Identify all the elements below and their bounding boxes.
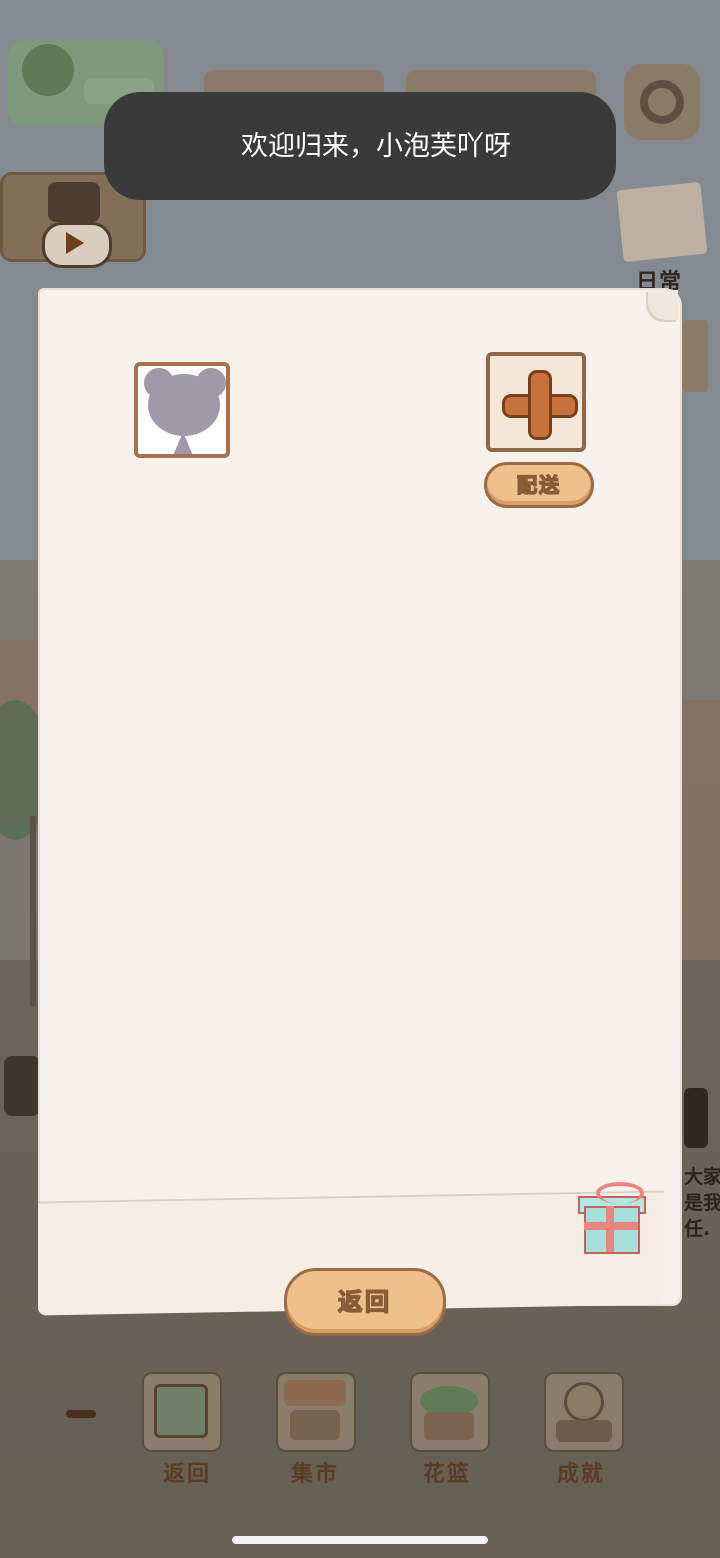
window-icon [154, 1384, 208, 1438]
player-avatar[interactable] [134, 362, 230, 458]
nav-back-button[interactable] [142, 1372, 222, 1452]
side-edge-icon [682, 320, 708, 392]
avatar-silhouette-body [172, 432, 194, 454]
briefcase-icon [48, 182, 100, 222]
nav-basket-button[interactable] [410, 1372, 490, 1452]
back-button-label: 返回 [337, 1287, 392, 1317]
tree-logo-icon [22, 44, 74, 96]
nav-achievement-label: 成就 [556, 1462, 605, 1487]
deliver-button-label: 配送 [516, 472, 561, 498]
nav-achievement-button[interactable] [544, 1372, 624, 1452]
market-stall-icon [284, 1380, 346, 1406]
market-stall-base [290, 1410, 340, 1440]
plus-icon [528, 370, 552, 440]
nav-market-label: 集市 [290, 1462, 339, 1487]
background-chat-line: 大家 [684, 1166, 720, 1188]
trophy-icon [564, 1382, 604, 1422]
play-icon [66, 232, 84, 254]
background-lamp-pole [30, 816, 36, 1006]
nav-market-button[interactable] [276, 1372, 356, 1452]
truck-icon [4, 1056, 40, 1116]
trophy-base [556, 1420, 612, 1442]
gift-ribbon [584, 1222, 638, 1230]
back-button[interactable]: 返回 [284, 1268, 446, 1336]
toast-message: 欢迎归来，小泡芙吖呀 [241, 131, 511, 161]
welcome-toast: 欢迎归来，小泡芙吖呀 [104, 92, 616, 200]
home-indicator[interactable] [232, 1536, 488, 1544]
background-chat-line: 是我 [684, 1192, 720, 1214]
collapse-handle[interactable] [66, 1410, 96, 1418]
background-house-right [682, 700, 720, 960]
chat-bubble-edge [684, 1088, 708, 1148]
add-delivery-button[interactable] [486, 352, 586, 452]
deliver-button[interactable]: 配送 [484, 462, 594, 508]
nav-back-label: 返回 [162, 1462, 211, 1487]
gift-bow-icon [596, 1182, 644, 1204]
gear-icon [640, 80, 684, 124]
basket-body [424, 1412, 474, 1440]
avatar-silhouette-icon [148, 374, 220, 436]
nav-basket-label: 花篮 [422, 1462, 471, 1487]
background-chat-line: 任. [684, 1218, 711, 1240]
daily-notes-icon[interactable] [616, 181, 708, 263]
